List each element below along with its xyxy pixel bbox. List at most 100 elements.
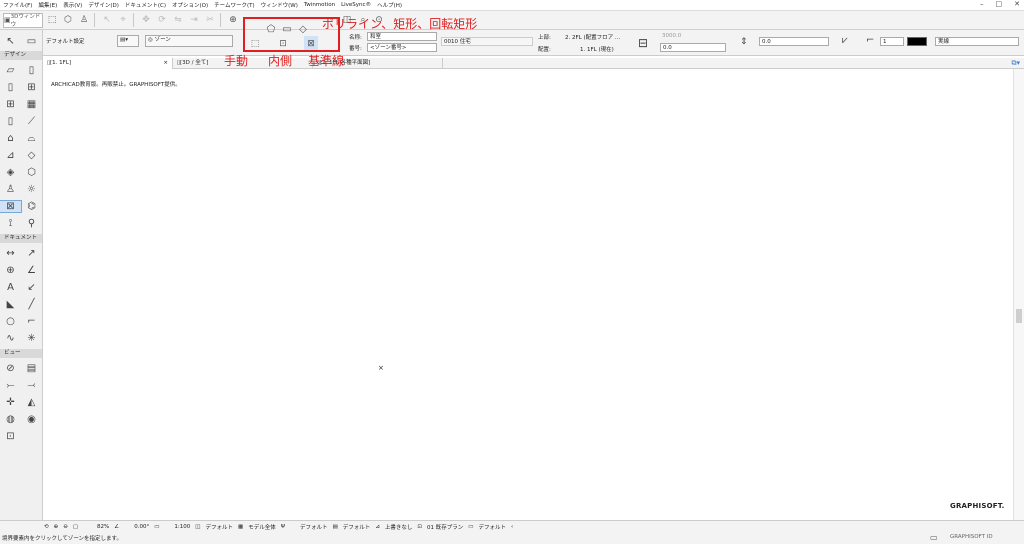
tab-1fl[interactable]: ▯ [1. 1FL] × — [43, 57, 173, 69]
opening-tool-icon[interactable]: ⟟ — [0, 218, 21, 229]
dimension-tool-icon[interactable]: ↔ — [0, 248, 21, 259]
default-setting-label[interactable]: デフォルト設定 — [46, 37, 85, 45]
pen-input[interactable]: 1 — [880, 37, 904, 46]
morph-tool-icon[interactable]: ⬡ — [21, 167, 42, 178]
radial-dimension-tool-icon[interactable]: ⊕ — [0, 265, 21, 276]
menu-twinmotion[interactable]: Twinmotion — [304, 2, 335, 8]
circle-tool-icon[interactable]: ○ — [0, 316, 21, 327]
top-value[interactable]: 2. 2FL (配置フロア ... — [565, 33, 620, 41]
elevation-tool-icon[interactable]: ▤ — [21, 363, 42, 374]
person-icon[interactable]: ♙ — [77, 13, 91, 28]
open-icon[interactable]: ⬚ — [45, 13, 59, 28]
hotspot-tool-icon[interactable]: ✳ — [21, 333, 42, 344]
undo-zoom-icon[interactable]: ⟲ — [44, 524, 49, 530]
line-type-icon[interactable]: ⩗ — [842, 35, 848, 46]
menu-teamwork[interactable]: チームワーク(T) — [214, 1, 255, 9]
menu-options[interactable]: オプション(O) — [172, 1, 208, 9]
zoom-value[interactable]: 82% — [97, 524, 109, 530]
3d-window-button[interactable]: ▣ 3Dウィンドウ — [3, 12, 43, 28]
vertical-scrollbar[interactable] — [1013, 69, 1024, 520]
worksheet-tool-icon[interactable]: ⤙ — [21, 380, 42, 391]
bottom-value[interactable]: 1. 1FL (現在) — [580, 45, 614, 53]
mirror-icon[interactable]: ⇋ — [171, 13, 185, 28]
number-input[interactable]: <ゾーン番号> — [367, 43, 437, 52]
interior-elevation-tool-icon[interactable]: ⤚ — [0, 380, 21, 391]
menu-view[interactable]: 表示(V) — [63, 1, 82, 9]
level-dimension-tool-icon[interactable]: ↗ — [21, 248, 42, 259]
split-icon[interactable]: ✂ — [203, 13, 217, 28]
layout-icon[interactable]: ▭ — [930, 533, 938, 542]
nav-more-icon[interactable]: ‹ — [511, 524, 513, 530]
mep-tool-icon[interactable]: ⌬ — [21, 201, 42, 212]
pen-color-swatch[interactable] — [907, 37, 927, 46]
layer-value[interactable]: デフォルト — [205, 523, 233, 531]
zoom-out-icon[interactable]: ⊖ — [63, 524, 68, 530]
name-input[interactable]: 和室 — [367, 32, 437, 41]
fit-icon[interactable]: ▢ — [73, 524, 78, 530]
beam-tool-icon[interactable]: ⟋ — [21, 116, 42, 127]
column-tool-icon[interactable]: ▯ — [0, 116, 21, 127]
polyline-tool-icon[interactable]: ⌐ — [21, 316, 42, 327]
stair-tool-icon[interactable]: ⊿ — [0, 150, 21, 161]
grid-tool-icon[interactable]: ⊞ — [0, 99, 21, 110]
close-icon[interactable]: ✕ — [1014, 0, 1020, 8]
tab-menu-icon[interactable]: ⧉▾ — [1011, 59, 1020, 68]
object-tool-icon[interactable]: ♙ — [0, 184, 21, 195]
orbit-icon[interactable]: ⊕ — [226, 13, 240, 28]
fill-tool-icon[interactable]: ◣ — [0, 299, 21, 310]
pen-set-value[interactable]: デフォルト — [300, 523, 328, 531]
slab-tool-icon[interactable]: ◈ — [0, 167, 21, 178]
minimize-icon[interactable]: – — [980, 0, 984, 8]
menu-help[interactable]: ヘルプ(H) — [377, 1, 402, 9]
graphisoft-id[interactable]: GRAPHISOFT ID — [950, 534, 993, 540]
zone-tool-icon[interactable]: ⊠ — [0, 200, 22, 213]
door-tool-icon[interactable]: ▯ — [0, 82, 21, 93]
model-value[interactable]: モデル全体 — [248, 523, 276, 531]
thickness-input[interactable]: 0.0 — [759, 37, 829, 46]
wall-tool-icon[interactable]: ▱ — [0, 65, 21, 76]
scrollbar-thumb[interactable] — [1016, 309, 1022, 323]
label-tool-icon[interactable]: ↙ — [21, 282, 42, 293]
window-tool-icon[interactable]: ⊞ — [21, 82, 42, 93]
angle-value[interactable]: 0.00° — [134, 524, 149, 530]
height-value[interactable]: 3000.0 — [662, 33, 681, 39]
offset-icon[interactable]: ⇥ — [187, 13, 201, 28]
tool-selector[interactable]: ◎ ゾーン — [145, 35, 233, 47]
drawing-tool-icon[interactable]: ⊡ — [0, 431, 21, 442]
railing-tool-icon[interactable]: ◇ — [21, 150, 42, 161]
marquee-tool-icon[interactable]: ▭ — [21, 36, 42, 47]
camera-tool-icon[interactable]: ◍ — [0, 414, 21, 425]
move-icon[interactable]: ✥ — [139, 13, 153, 28]
lamp-tool-icon[interactable]: ☼ — [21, 184, 42, 195]
marker-tool-icon[interactable]: ⚲ — [21, 218, 42, 229]
change-tool-icon[interactable]: ◭ — [21, 397, 42, 408]
marquee-icon[interactable]: ⌖ — [116, 13, 130, 28]
close-tab-icon[interactable]: × — [163, 58, 168, 69]
spline-tool-icon[interactable]: ∿ — [0, 333, 21, 344]
category-select[interactable]: 0010 住宅 — [441, 37, 533, 46]
favorites-button[interactable]: ▤▾ — [117, 35, 139, 47]
menu-document[interactable]: ドキュメント(C) — [125, 1, 166, 9]
renovation-value[interactable]: 01 既存プラン — [427, 523, 463, 531]
pointer-icon[interactable]: ↖ — [100, 13, 114, 28]
figure-tool-icon[interactable]: ◉ — [21, 414, 42, 425]
scale-value[interactable]: 1:100 — [174, 524, 190, 530]
3d-cube-icon[interactable]: ⬡ — [61, 13, 75, 28]
menu-design[interactable]: デザイン(D) — [88, 1, 119, 9]
section-tool-icon[interactable]: ⊘ — [0, 363, 21, 374]
menu-window[interactable]: ウィンドウ(W) — [261, 1, 298, 9]
fill-select[interactable]: 実線 — [935, 37, 1019, 46]
drawing-canvas[interactable]: ARCHICAD教育版。再販禁止。GRAPHISOFT提供。 × GRAPHIS… — [43, 69, 1013, 520]
arrow-tool-icon[interactable]: ↖ — [0, 36, 21, 47]
structure-value[interactable]: デフォルト — [478, 523, 506, 531]
mesh-tool-icon[interactable]: ▦ — [21, 99, 42, 110]
rotate-icon[interactable]: ⟳ — [155, 13, 169, 28]
curtain-wall-tool-icon[interactable]: ▯ — [21, 65, 42, 76]
menu-file[interactable]: ファイル(F) — [3, 1, 32, 9]
menu-livesync[interactable]: LiveSync® — [341, 2, 371, 8]
line-tool-icon[interactable]: ╱ — [21, 299, 42, 310]
text-tool-icon[interactable]: A — [0, 282, 21, 293]
maximize-icon[interactable]: □ — [996, 0, 1003, 8]
zoom-in-icon[interactable]: ⊕ — [54, 524, 59, 530]
offset-input[interactable]: 0.0 — [660, 43, 726, 52]
